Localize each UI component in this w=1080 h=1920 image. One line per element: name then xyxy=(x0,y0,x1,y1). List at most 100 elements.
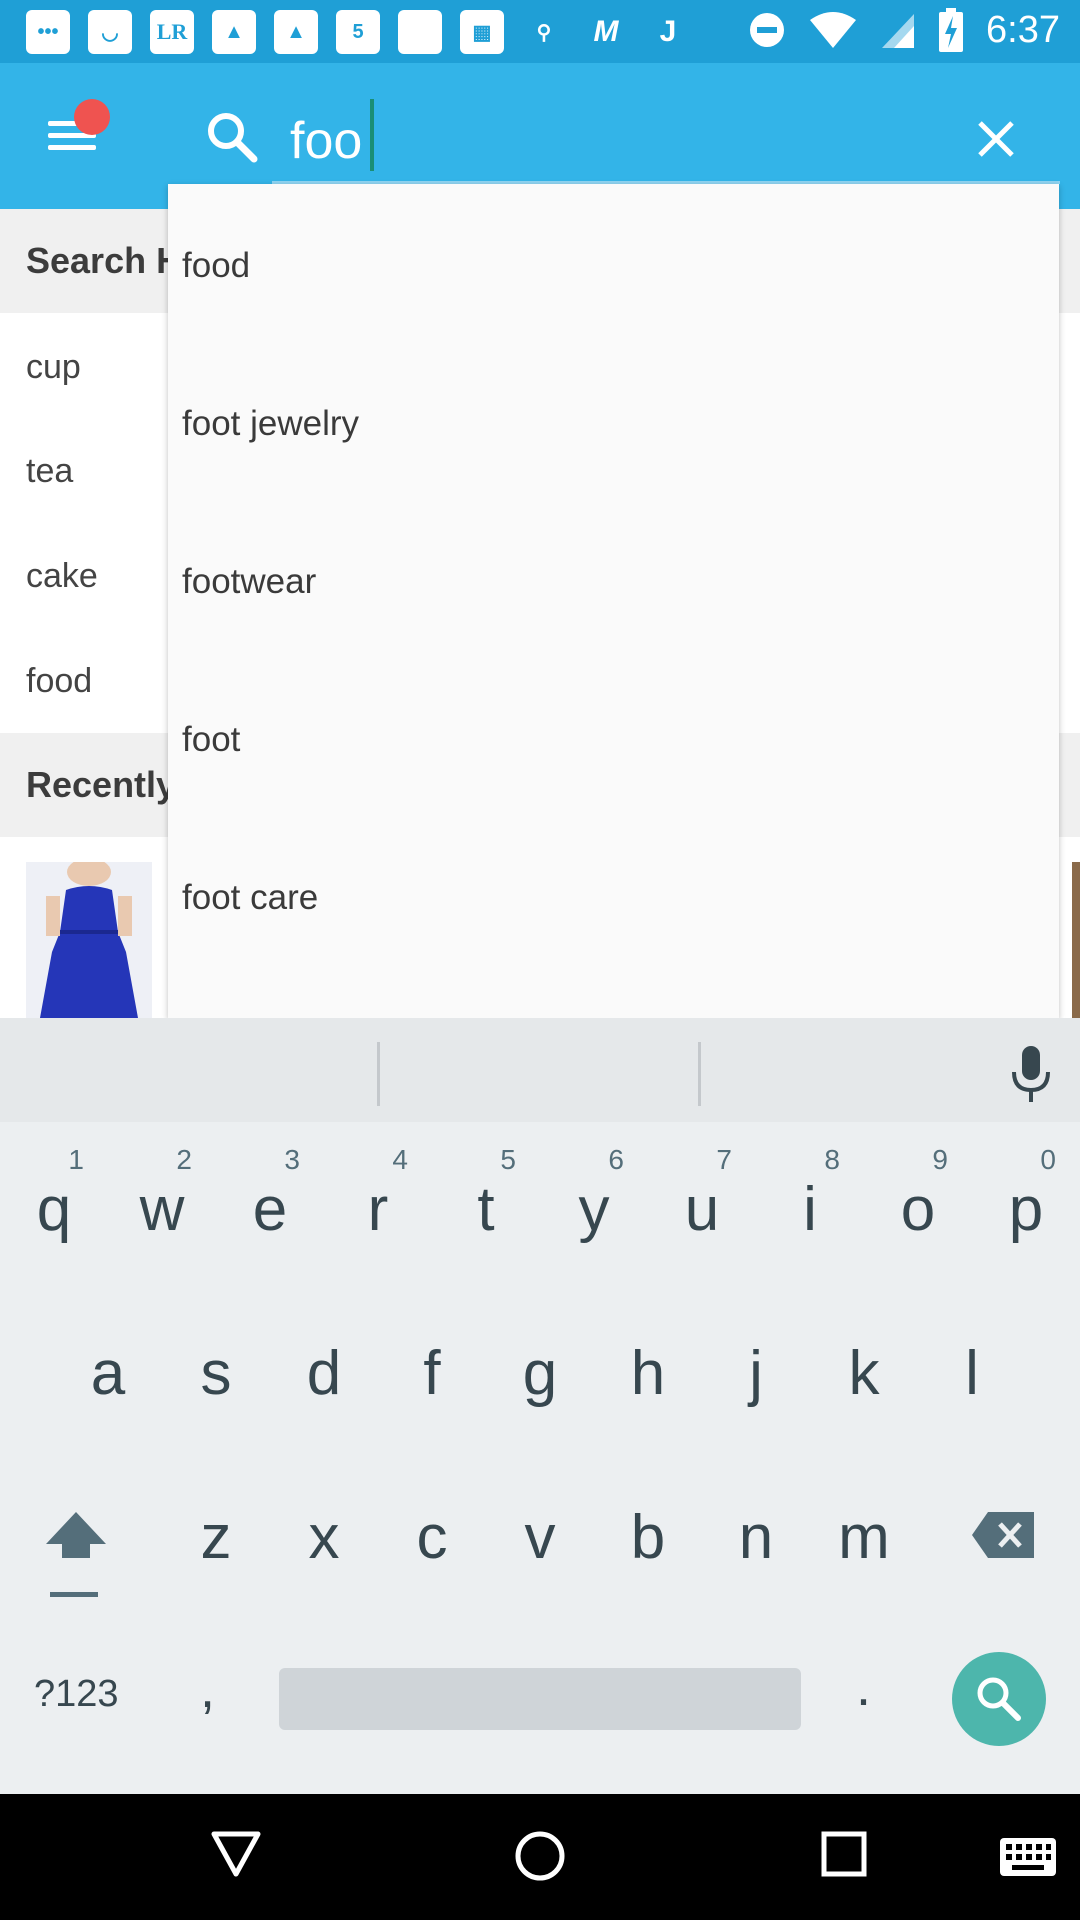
comma-key[interactable]: , xyxy=(200,1658,215,1720)
key-h[interactable]: h xyxy=(594,1338,702,1409)
history-item[interactable]: cup xyxy=(26,348,81,387)
key-hint: 4 xyxy=(392,1144,408,1175)
key-label: d xyxy=(306,1339,342,1408)
key-z[interactable]: z xyxy=(162,1502,270,1573)
key-label: m xyxy=(838,1503,890,1572)
key-label: w xyxy=(139,1175,185,1244)
clear-search-button[interactable] xyxy=(966,109,1026,169)
search-suggestions-dropdown: food foot jewelry footwear foot foot car… xyxy=(168,184,1059,1018)
blue-dress-image xyxy=(26,862,152,1018)
key-label: v xyxy=(524,1503,556,1572)
key-label: z xyxy=(200,1503,232,1572)
do-not-disturb-icon xyxy=(750,13,785,47)
search-input[interactable] xyxy=(290,91,930,191)
key-e[interactable]: e3 xyxy=(216,1144,324,1245)
key-hint: 7 xyxy=(716,1144,732,1175)
search-icon xyxy=(208,113,258,163)
key-v[interactable]: v xyxy=(486,1502,594,1573)
clock: 6:37 xyxy=(986,8,1060,51)
key-r[interactable]: r4 xyxy=(324,1144,432,1245)
key-q[interactable]: q1 xyxy=(0,1144,108,1245)
key-label: t xyxy=(477,1175,495,1244)
key-i[interactable]: i8 xyxy=(756,1144,864,1245)
wifi-icon xyxy=(810,12,857,48)
key-d[interactable]: d xyxy=(270,1338,378,1409)
suggestion-item[interactable]: food xyxy=(168,184,1059,342)
keyboard-switch-icon[interactable] xyxy=(1000,1838,1056,1876)
key-k[interactable]: k xyxy=(810,1338,918,1409)
key-l[interactable]: l xyxy=(918,1338,1026,1409)
lr-app-icon: LR xyxy=(150,10,194,54)
suggestion-item[interactable]: footwear xyxy=(168,500,1059,658)
text-cursor xyxy=(370,99,374,171)
blank-app-icon xyxy=(398,10,442,54)
drive-icon: ▲ xyxy=(212,10,256,54)
key-label: c xyxy=(416,1503,448,1572)
key-label: b xyxy=(630,1503,666,1572)
backspace-key[interactable] xyxy=(972,1510,1036,1560)
back-icon[interactable] xyxy=(210,1830,262,1880)
soft-keyboard: q1w2e3r4t5y6u7i8o9p0 asdfghjkl zxcvbnm ?… xyxy=(0,1018,1080,1794)
messages-icon: ••• xyxy=(26,10,70,54)
key-label: h xyxy=(630,1339,666,1408)
key-x[interactable]: x xyxy=(270,1502,378,1573)
key-hint: 0 xyxy=(1040,1144,1056,1175)
key-hint: 5 xyxy=(500,1144,516,1175)
key-s[interactable]: s xyxy=(162,1338,270,1409)
suggestion-item[interactable]: foot care xyxy=(168,816,1059,974)
period-key[interactable]: . xyxy=(856,1656,871,1718)
key-g[interactable]: g xyxy=(486,1338,594,1409)
key-a[interactable]: a xyxy=(54,1338,162,1409)
key-u[interactable]: u7 xyxy=(648,1144,756,1245)
key-hint: 8 xyxy=(824,1144,840,1175)
mic-icon[interactable] xyxy=(1006,1044,1056,1104)
history-item[interactable]: food xyxy=(26,662,92,701)
key-label: p xyxy=(1008,1175,1044,1244)
divider xyxy=(377,1042,380,1106)
product-thumbnail[interactable] xyxy=(26,862,152,1018)
menu-button[interactable] xyxy=(44,99,110,163)
search-icon xyxy=(977,1677,1021,1721)
key-p[interactable]: p0 xyxy=(972,1144,1080,1245)
key-label: q xyxy=(36,1175,72,1244)
j-app-icon: J xyxy=(659,15,677,48)
key-hint: 3 xyxy=(284,1144,300,1175)
key-hint: 9 xyxy=(932,1144,948,1175)
key-label: y xyxy=(578,1175,610,1244)
key-label: i xyxy=(803,1175,817,1244)
key-label: x xyxy=(308,1503,340,1572)
notification-icons: ••• ◡ LR ▲ ▲ 5 ▦ ⚲ M J xyxy=(26,10,690,54)
key-c[interactable]: c xyxy=(378,1502,486,1573)
symbols-key[interactable]: ?123 xyxy=(34,1673,119,1716)
key-label: e xyxy=(252,1175,288,1244)
key-t[interactable]: t5 xyxy=(432,1144,540,1245)
battery-charging-icon xyxy=(939,8,964,52)
grid-app-icon: ▦ xyxy=(460,10,504,54)
link-app-icon: ⚲ xyxy=(536,21,552,44)
key-label: f xyxy=(423,1339,441,1408)
key-n[interactable]: n xyxy=(702,1502,810,1573)
suggestion-item[interactable]: foot xyxy=(168,658,1059,816)
shift-key[interactable] xyxy=(44,1510,108,1602)
home-icon[interactable] xyxy=(514,1830,566,1882)
recents-icon[interactable] xyxy=(820,1830,868,1878)
key-label: s xyxy=(200,1339,232,1408)
five-app-icon: 5 xyxy=(336,10,380,54)
key-label: o xyxy=(900,1175,936,1244)
suggestion-item[interactable]: foot jewelry xyxy=(168,342,1059,500)
key-b[interactable]: b xyxy=(594,1502,702,1573)
history-item[interactable]: tea xyxy=(26,452,73,491)
key-j[interactable]: j xyxy=(702,1338,810,1409)
key-y[interactable]: y6 xyxy=(540,1144,648,1245)
navigation-bar xyxy=(0,1794,1080,1920)
history-item[interactable]: cake xyxy=(26,557,98,596)
key-w[interactable]: w2 xyxy=(108,1144,216,1245)
spacebar[interactable] xyxy=(279,1668,801,1730)
product-thumbnail-edge xyxy=(1072,862,1080,1018)
keyboard-search-key[interactable] xyxy=(952,1652,1046,1746)
key-f[interactable]: f xyxy=(378,1338,486,1409)
key-m[interactable]: m xyxy=(810,1502,918,1573)
key-o[interactable]: o9 xyxy=(864,1144,972,1245)
key-hint: 1 xyxy=(68,1144,84,1175)
key-label: j xyxy=(749,1339,763,1408)
